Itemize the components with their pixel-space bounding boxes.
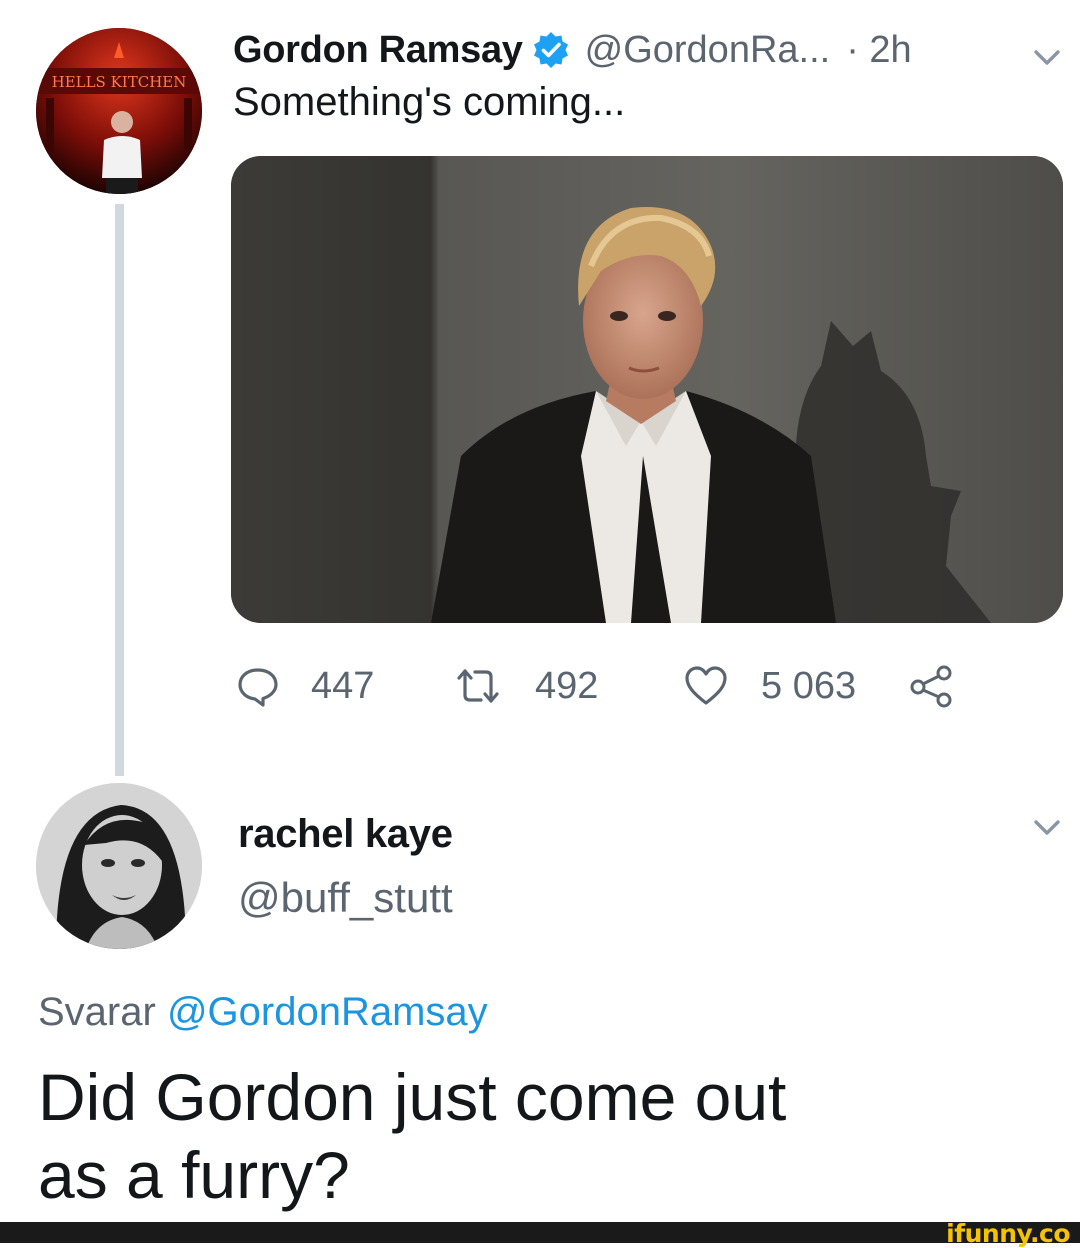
watermark-bar: ifunny.co bbox=[0, 1219, 1080, 1248]
author-handle[interactable]: @GordonRa... bbox=[585, 29, 831, 72]
author-name[interactable]: Gordon Ramsay bbox=[233, 29, 523, 72]
like-count: 5 063 bbox=[761, 664, 857, 707]
tweet-photo bbox=[231, 156, 1063, 623]
verified-badge-icon bbox=[531, 30, 571, 70]
retweet-action[interactable]: 492 bbox=[455, 662, 598, 710]
hells-kitchen-sign: HELLS KITCHEN bbox=[52, 73, 187, 91]
thread-line bbox=[115, 204, 124, 776]
chevron-down-icon[interactable] bbox=[1028, 808, 1066, 846]
chevron-down-icon[interactable] bbox=[1028, 38, 1066, 76]
reply-action[interactable]: 447 bbox=[235, 662, 374, 710]
retweet-icon bbox=[457, 669, 499, 703]
reply-text-line: Did Gordon just come out bbox=[38, 1060, 787, 1134]
tweet-header: Gordon Ramsay @GordonRa... · 2h bbox=[233, 22, 912, 78]
tweet-media-image[interactable] bbox=[231, 156, 1063, 623]
gordon-avatar[interactable]: HELLS KITCHEN bbox=[36, 28, 202, 194]
retweet-count: 492 bbox=[535, 664, 599, 707]
like-action[interactable]: 5 063 bbox=[683, 662, 856, 710]
replying-prefix: Svarar bbox=[38, 990, 156, 1034]
reply-text: Did Gordon just come out as a furry? bbox=[38, 1058, 938, 1214]
replying-mention-link[interactable]: @GordonRamsay bbox=[167, 990, 488, 1034]
share-action[interactable] bbox=[908, 662, 954, 710]
ifunny-watermark: ifunny.co bbox=[946, 1219, 1070, 1248]
share-icon bbox=[910, 665, 952, 708]
replying-to: Svarar @GordonRamsay bbox=[38, 990, 488, 1035]
gordon-avatar-image: HELLS KITCHEN bbox=[36, 28, 202, 194]
reply-count: 447 bbox=[311, 664, 375, 707]
rachel-avatar[interactable] bbox=[36, 783, 202, 949]
reply-author-name[interactable]: rachel kaye bbox=[238, 812, 453, 857]
rachel-avatar-image bbox=[36, 783, 202, 949]
reply-author-handle[interactable]: @buff_stutt bbox=[238, 874, 453, 922]
like-icon bbox=[685, 666, 727, 705]
tweet-time[interactable]: · 2h bbox=[846, 29, 911, 72]
reply-text-line: as a furry? bbox=[38, 1138, 350, 1212]
reply-icon bbox=[238, 668, 278, 707]
tweet-text: Something's coming... bbox=[233, 80, 626, 124]
